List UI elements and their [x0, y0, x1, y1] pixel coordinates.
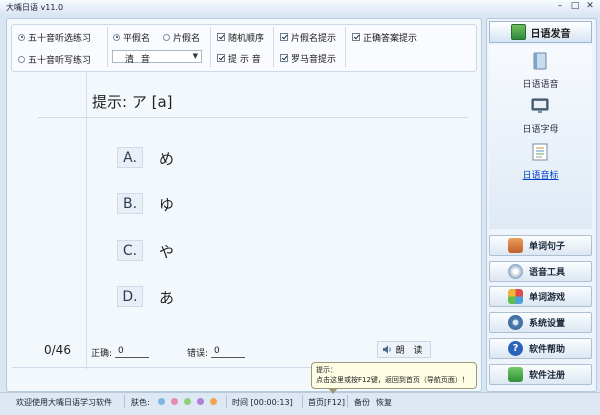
hint-text: 提示: ア [a]	[92, 93, 173, 111]
radio-icon	[163, 33, 170, 41]
sidebar-sub-phonetic[interactable]: 日语音标	[489, 168, 592, 181]
prompt-sound-checkbox[interactable]: 提 示 音	[217, 52, 261, 65]
window-title: 大嘴日语 v11.0	[6, 3, 64, 12]
sidebar-button-settings[interactable]: 系统设置	[489, 312, 592, 333]
romaji-hint-checkbox[interactable]: 罗马音提示	[280, 52, 336, 65]
mode-write-radio[interactable]: 五十音听写练习	[18, 53, 91, 66]
book-icon	[510, 24, 526, 40]
sidebar-sub-alphabet[interactable]: 日语字母	[489, 122, 592, 135]
correct-value: 0	[118, 346, 124, 356]
help-icon: ?	[508, 341, 523, 356]
wrong-value: 0	[214, 346, 220, 356]
title-bar: 大嘴日语 v11.0	[0, 0, 600, 14]
puzzle-icon	[508, 289, 523, 304]
sidebar-button-register[interactable]: 软件注册	[489, 364, 592, 385]
skin-label: 肤色:	[131, 398, 150, 407]
maximize-icon[interactable]: □	[568, 1, 582, 12]
divider	[210, 27, 211, 67]
checkbox-icon	[280, 33, 288, 41]
sidebar-button-word-game[interactable]: 单词游戏	[489, 286, 592, 307]
skin-color-orange[interactable]	[210, 398, 217, 405]
radio-icon	[113, 33, 120, 41]
tooltip-pointer	[328, 388, 338, 394]
choice-c-kana[interactable]: や	[159, 241, 174, 262]
home-button[interactable]: 首页[F12]	[308, 397, 345, 408]
checkbox-icon	[217, 33, 225, 41]
katakana-hint-checkbox[interactable]: 片假名提示	[280, 31, 336, 44]
gears-icon	[508, 315, 523, 330]
sidebar-subpanel	[489, 45, 592, 229]
choice-a-kana[interactable]: め	[159, 148, 174, 169]
chevron-down-icon: ▼	[192, 52, 198, 60]
sidebar-header-pronunciation[interactable]: 日语发音	[489, 21, 592, 43]
radio-icon	[18, 33, 25, 41]
sidebar-button-help[interactable]: ? 软件帮助	[489, 338, 592, 359]
restore-button[interactable]: 恢复	[376, 397, 392, 408]
sidebar-sub-voice[interactable]: 日语语音	[489, 77, 592, 90]
skin-color-pink[interactable]	[171, 398, 178, 405]
document-icon[interactable]	[531, 143, 549, 161]
correct-label: 正确:	[91, 349, 113, 359]
skin-color-blue[interactable]	[158, 398, 165, 405]
backup-button[interactable]: 备份	[354, 397, 370, 408]
correct-underline	[115, 357, 149, 358]
minimize-icon[interactable]: –	[553, 1, 567, 12]
read-aloud-button[interactable]: 朗 读	[377, 341, 431, 358]
katakana-radio[interactable]: 片假名	[163, 31, 200, 44]
main-panel	[6, 18, 482, 392]
checkbox-icon	[280, 54, 288, 62]
mode-select-radio[interactable]: 五十音听选练习	[18, 31, 91, 44]
correct-answer-hint-checkbox[interactable]: 正确答案提示	[352, 31, 417, 44]
divider	[124, 395, 125, 408]
speaker-icon	[382, 345, 391, 354]
choice-b-button[interactable]: B.	[117, 193, 143, 214]
time-display: 时间 [00:00:13]	[232, 398, 293, 407]
hint-underline	[38, 117, 468, 118]
skin-color-purple[interactable]	[197, 398, 204, 405]
tooltip-text: 点击这里或按F12键，返回到首页（导航页面）！	[316, 376, 469, 384]
wrong-underline	[211, 357, 245, 358]
home-tooltip: 提示： 点击这里或按F12键，返回到首页（导航页面）！	[311, 362, 477, 389]
divider	[347, 395, 348, 408]
close-icon[interactable]: ✕	[583, 1, 597, 12]
divider	[345, 27, 346, 67]
sidebar-button-word-sentence[interactable]: 单词句子	[489, 235, 592, 256]
divider	[226, 395, 227, 408]
choice-c-button[interactable]: C.	[117, 240, 143, 261]
book-icon[interactable]	[531, 52, 549, 70]
category-select[interactable]: 清 音 ▼	[112, 50, 202, 65]
choice-a-button[interactable]: A.	[117, 147, 143, 168]
random-order-checkbox[interactable]: 随机顺序	[217, 31, 264, 44]
hiragana-radio[interactable]: 平假名	[113, 31, 150, 44]
category-value: 清 音	[125, 55, 152, 65]
choice-b-kana[interactable]: ゆ	[159, 194, 174, 215]
choice-d-kana[interactable]: あ	[159, 287, 174, 308]
divider	[273, 27, 274, 67]
tooltip-title: 提示：	[316, 366, 337, 374]
books-icon	[508, 238, 523, 253]
divider	[107, 27, 108, 67]
monitor-icon[interactable]	[531, 97, 549, 115]
sidebar-button-voice-tools[interactable]: 语音工具	[489, 261, 592, 282]
skin-color-green[interactable]	[184, 398, 191, 405]
radio-icon	[18, 55, 25, 63]
register-icon	[508, 367, 523, 382]
progress-counter: 0/46	[44, 343, 71, 357]
welcome-text: 欢迎使用大嘴日语学习软件	[16, 398, 112, 407]
wrong-label: 错误:	[187, 349, 209, 359]
cd-tool-icon	[508, 264, 523, 279]
divider	[302, 395, 303, 408]
checkbox-icon	[217, 54, 225, 62]
content-guide-line	[86, 70, 87, 370]
checkbox-icon	[352, 33, 360, 41]
choice-d-button[interactable]: D.	[117, 286, 143, 307]
